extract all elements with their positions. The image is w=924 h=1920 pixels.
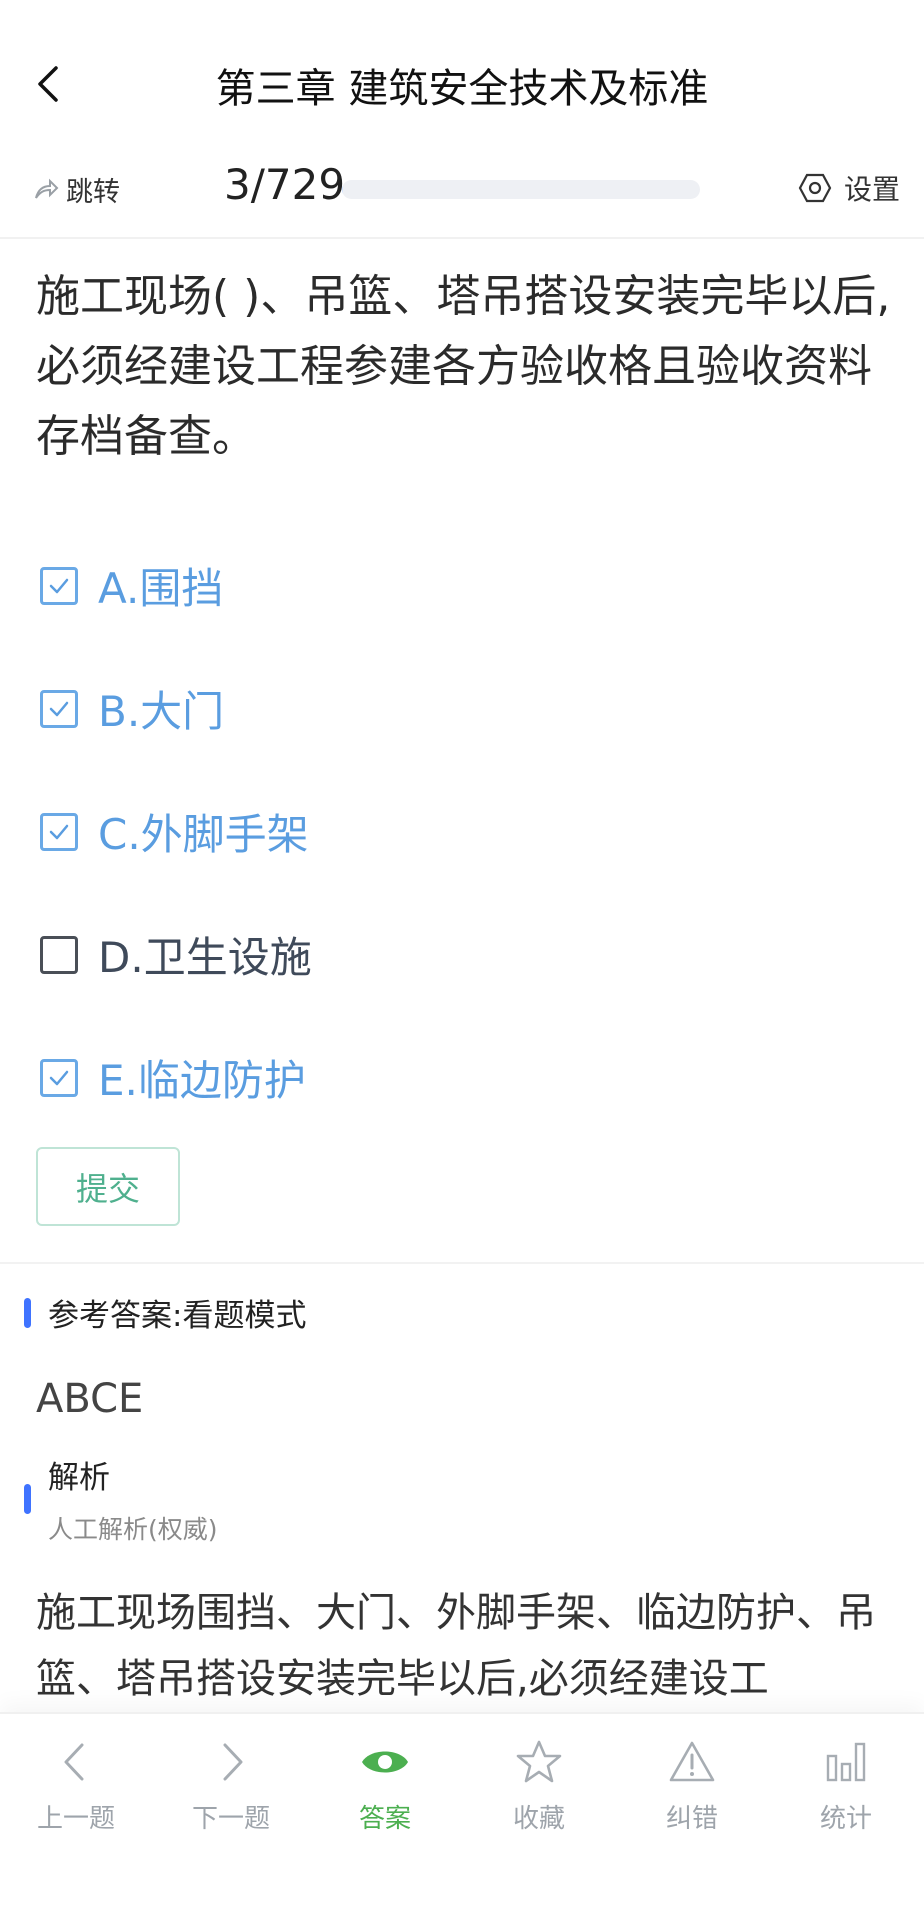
chevron-left-icon xyxy=(46,1732,106,1792)
options-list: A.围挡 B.大门 C.外脚手架 D.卫生设施 E.临边防护 xyxy=(40,524,900,1139)
tab-label: 下一题 xyxy=(191,1804,270,1834)
share-arrow-icon xyxy=(35,178,59,199)
divider xyxy=(0,1262,924,1264)
hexagon-gear-icon xyxy=(798,173,832,203)
tab-report[interactable]: 纠错 xyxy=(622,1732,762,1835)
divider xyxy=(0,237,924,239)
answer-heading: 参考答案:看题模式 xyxy=(48,1298,307,1334)
accent-bar xyxy=(24,1298,31,1328)
option-label: B.大门 xyxy=(98,687,225,736)
tab-next[interactable]: 下一题 xyxy=(161,1732,301,1835)
analysis-text: 施工现场围挡、大门、外脚手架、临边防护、吊篮、塔吊搭设安装完毕以后,必须经建设工 xyxy=(36,1590,876,1702)
checkmark-icon xyxy=(49,824,69,839)
checkbox[interactable] xyxy=(40,566,78,605)
tab-stats[interactable]: 统计 xyxy=(776,1732,916,1835)
jump-button[interactable]: 跳转 xyxy=(32,170,120,209)
eye-icon xyxy=(355,1732,415,1792)
option-b[interactable]: B.大门 xyxy=(40,647,900,770)
tab-prev[interactable]: 上一题 xyxy=(6,1732,146,1835)
warning-icon xyxy=(662,1732,722,1792)
answer-value: ABCE xyxy=(36,1376,144,1422)
submit-button[interactable]: 提交 xyxy=(36,1147,180,1226)
bottom-nav: 上一题 下一题 答案 收藏 纠错 统计 xyxy=(0,1712,924,1920)
progress-bar xyxy=(342,180,700,199)
accent-bar xyxy=(24,1484,31,1514)
checkbox[interactable] xyxy=(40,812,78,851)
option-label: D.卫生设施 xyxy=(98,933,312,982)
chevron-right-icon xyxy=(201,1732,261,1792)
checkbox[interactable] xyxy=(40,1058,78,1097)
tab-label: 纠错 xyxy=(665,1804,718,1834)
tab-label: 答案 xyxy=(358,1804,411,1834)
header: 第三章 建筑安全技术及标准 xyxy=(0,0,924,160)
tab-favorite[interactable]: 收藏 xyxy=(469,1732,609,1835)
settings-label: 设置 xyxy=(843,173,900,206)
tab-label: 收藏 xyxy=(512,1804,565,1834)
tab-label: 统计 xyxy=(819,1804,872,1834)
analysis-subheading: 人工解析(权威) xyxy=(48,1515,218,1544)
star-icon xyxy=(509,1732,569,1792)
tab-label: 上一题 xyxy=(36,1804,115,1834)
analysis-heading: 解析 xyxy=(48,1460,110,1496)
option-label: C.外脚手架 xyxy=(98,810,309,859)
jump-label: 跳转 xyxy=(66,177,120,208)
question-text: 施工现场( )、吊篮、塔吊搭设安装完毕以后,必须经建设工程参建各方验收格且验收资… xyxy=(36,271,891,462)
option-a[interactable]: A.围挡 xyxy=(40,524,900,647)
checkmark-icon xyxy=(49,701,69,716)
checkmark-icon xyxy=(49,578,69,593)
tab-answer[interactable]: 答案 xyxy=(315,1732,455,1835)
checkmark-icon xyxy=(49,1070,69,1085)
option-label: E.临边防护 xyxy=(98,1056,306,1105)
settings-button[interactable]: 设置 xyxy=(798,168,900,208)
option-c[interactable]: C.外脚手架 xyxy=(40,770,900,893)
bar-chart-icon xyxy=(816,1732,876,1792)
page-title: 第三章 建筑安全技术及标准 xyxy=(215,66,709,112)
quiz-page: 第三章 建筑安全技术及标准 跳转 3/729 设置 施工现场( )、吊篮、塔吊搭… xyxy=(0,0,924,1920)
progress-counter: 3/729 xyxy=(224,160,346,209)
toolbar: 跳转 3/729 设置 xyxy=(0,160,924,238)
option-e[interactable]: E.临边防护 xyxy=(40,1016,900,1139)
option-label: A.围挡 xyxy=(98,564,224,613)
option-d[interactable]: D.卫生设施 xyxy=(40,893,900,1016)
checkbox[interactable] xyxy=(40,689,78,728)
checkbox[interactable] xyxy=(40,935,78,974)
